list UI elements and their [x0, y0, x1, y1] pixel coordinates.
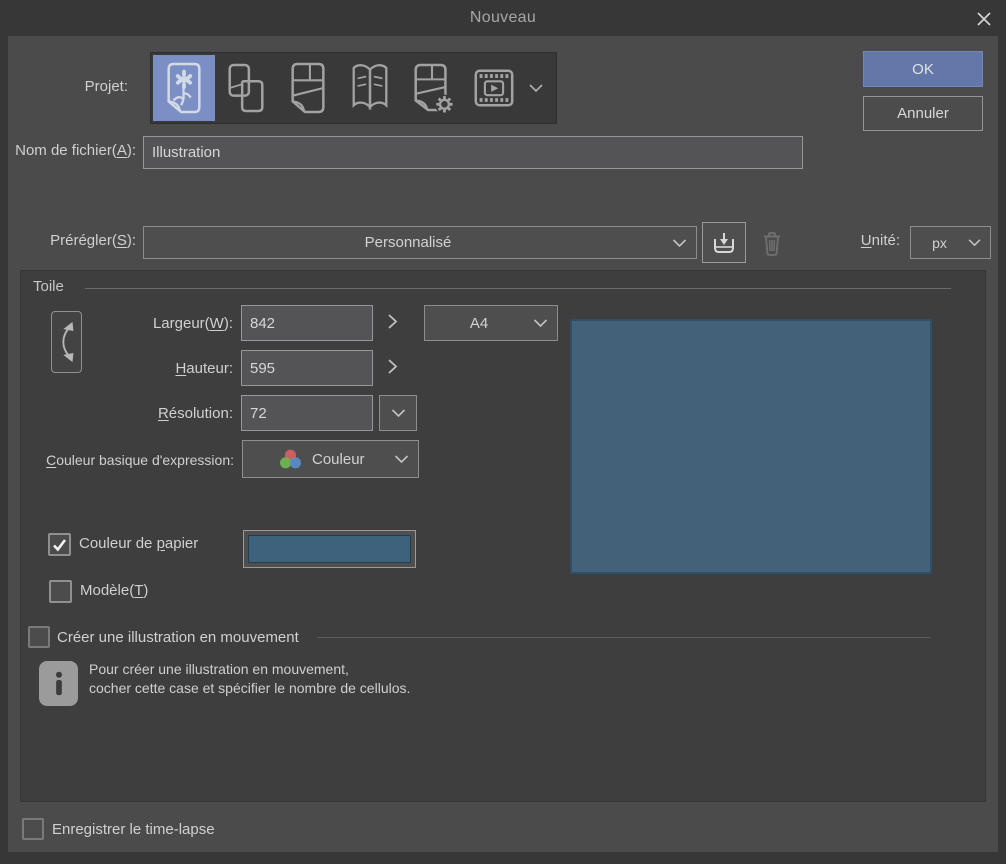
- project-option-illustration[interactable]: [153, 55, 215, 121]
- template-checkbox[interactable]: [49, 580, 72, 603]
- moving-illustration-row: Créer une illustration en mouvement: [28, 626, 966, 648]
- chevron-right-icon: [387, 358, 398, 375]
- chevron-down-icon: [533, 318, 548, 328]
- chevron-right-icon: [387, 313, 398, 330]
- canvas-preview: [570, 319, 932, 574]
- paper-color-swatch: [248, 535, 411, 563]
- chevron-down-icon: [391, 408, 406, 418]
- file-name-label: Nom de fichier(A):: [8, 142, 136, 159]
- moving-illustration-checkbox[interactable]: [28, 626, 50, 648]
- save-preset-button[interactable]: [702, 222, 746, 263]
- section-divider: [85, 288, 951, 289]
- chevron-down-icon: [529, 83, 543, 93]
- preset-value: Personnalisé: [144, 234, 672, 251]
- paper-color-label: Couleur de papier: [79, 535, 198, 552]
- canvas-section-title: Toile: [33, 278, 64, 295]
- comic-page-icon: [285, 61, 331, 115]
- cancel-button[interactable]: Annuler: [863, 96, 983, 131]
- project-more-chevron[interactable]: [529, 83, 543, 93]
- close-icon: [974, 9, 994, 29]
- chevron-down-icon: [394, 454, 409, 464]
- trash-icon: [761, 230, 783, 256]
- resolution-label: Résolution:: [21, 405, 233, 422]
- comic-settings-icon: [409, 61, 455, 115]
- expression-color-select[interactable]: Couleur: [242, 440, 419, 478]
- width-label: Largeur(W):: [21, 315, 233, 332]
- unit-label: Unité:: [800, 232, 900, 249]
- paper-size-select[interactable]: A4: [424, 305, 558, 341]
- width-apply-chevron[interactable]: [387, 313, 398, 330]
- height-apply-chevron[interactable]: [387, 358, 398, 375]
- project-option-comic[interactable]: [277, 55, 339, 121]
- width-input[interactable]: [241, 305, 373, 341]
- project-option-animation[interactable]: [463, 55, 525, 121]
- unit-select[interactable]: px: [910, 226, 991, 259]
- preset-select[interactable]: Personnalisé: [143, 226, 697, 259]
- info-text: Pour créer une illustration en mouvement…: [89, 660, 410, 698]
- dialog-titlebar: Nouveau: [0, 0, 1006, 36]
- unit-value: px: [911, 235, 968, 251]
- close-button[interactable]: [974, 9, 994, 29]
- paper-color-swatch-button[interactable]: [243, 530, 416, 568]
- dialog-title: Nouveau: [0, 0, 1006, 36]
- expression-color-label: Couleur basique d'expression:: [21, 452, 234, 468]
- paper-color-checkbox[interactable]: [48, 533, 71, 556]
- project-option-comic-settings[interactable]: [401, 55, 463, 121]
- template-label: Modèle(T): [80, 582, 148, 599]
- moving-illustration-label: Créer une illustration en mouvement: [57, 629, 299, 646]
- delete-preset-button[interactable]: [752, 222, 792, 263]
- paper-size-value: A4: [425, 315, 533, 332]
- info-icon: [51, 669, 67, 699]
- canvas-section: Toile Largeur(W): A4 Hauteur:: [20, 270, 986, 802]
- animation-icon: [471, 61, 517, 115]
- dialog-body: Projet:: [8, 36, 998, 852]
- section-divider: [317, 637, 930, 638]
- checkmark-icon: [52, 538, 67, 552]
- ok-button[interactable]: OK: [863, 51, 983, 87]
- multiple-pages-icon: [347, 61, 393, 115]
- illustration-icon: [161, 61, 207, 115]
- project-option-multiple-pages[interactable]: [339, 55, 401, 121]
- rgb-circles-icon: [279, 449, 302, 470]
- info-badge: [39, 661, 78, 706]
- file-name-input[interactable]: [143, 136, 803, 169]
- info-line-2: cocher cette case et spécifier le nombre…: [89, 679, 410, 698]
- preset-label: Prérégler(S):: [8, 232, 136, 249]
- resolution-dropdown-button[interactable]: [379, 395, 417, 431]
- chevron-down-icon: [968, 238, 981, 247]
- timelapse-label: Enregistrer le time-lapse: [52, 821, 215, 838]
- webtoon-icon: [223, 61, 269, 115]
- save-preset-icon: [711, 230, 737, 256]
- resolution-input[interactable]: [241, 395, 373, 431]
- expression-color-value: Couleur: [312, 451, 394, 468]
- height-input[interactable]: [241, 350, 373, 386]
- chevron-down-icon: [672, 238, 687, 248]
- height-label: Hauteur:: [21, 360, 233, 377]
- project-option-webtoon[interactable]: [215, 55, 277, 121]
- timelapse-checkbox[interactable]: [22, 818, 44, 840]
- project-type-toolbar: [150, 52, 557, 124]
- info-line-1: Pour créer une illustration en mouvement…: [89, 660, 410, 679]
- project-label: Projet:: [18, 78, 128, 95]
